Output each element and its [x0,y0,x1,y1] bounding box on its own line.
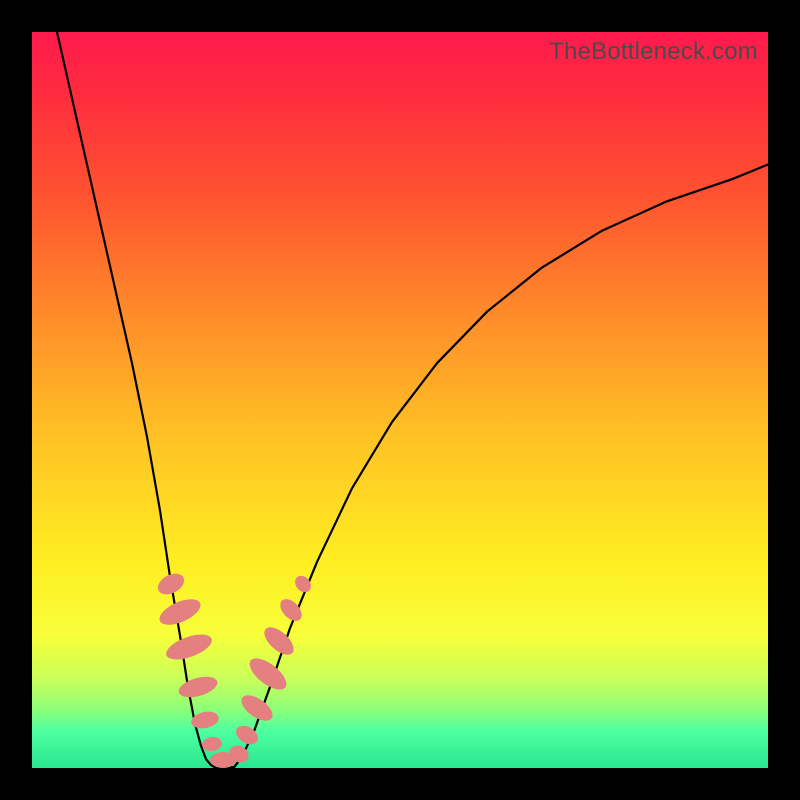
curve-marker [163,629,215,664]
chart-svg [32,32,768,768]
bottleneck-curve [57,32,768,767]
chart-frame: TheBottleneck.com [0,0,800,800]
curve-markers [154,569,314,768]
curve-marker [190,709,221,730]
curve-marker [245,653,292,696]
plot-area: TheBottleneck.com [32,32,768,768]
curve-marker [201,736,223,753]
curve-marker [176,673,219,701]
curve-marker [260,622,299,659]
curve-marker [154,569,187,598]
curve-marker [156,594,204,630]
